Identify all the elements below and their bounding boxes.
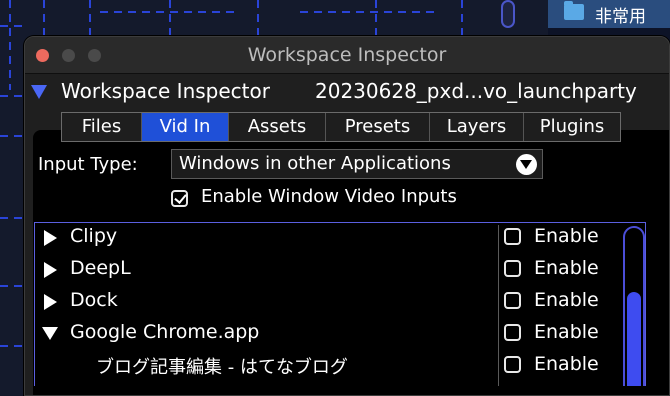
app-name: DeepL [70,257,131,279]
enable-checkbox[interactable] [504,324,521,341]
input-type-label: Input Type: [38,154,138,175]
input-type-select[interactable]: Windows in other Applications [171,149,543,179]
app-name: Google Chrome.app [70,321,260,343]
window-name: ブログ記事編集 - はてなブログ [96,357,348,378]
list-item[interactable]: Clipy Enable [34,221,646,253]
enable-checkbox[interactable] [504,356,521,373]
enable-label: Enable [534,289,599,311]
workspace-name: 20230628_pxd...vo_launchparty [315,79,637,103]
enable-checkbox[interactable] [504,228,521,245]
enable-label: Enable [534,321,599,343]
list-item-window[interactable]: ブログ記事編集 - はてなブログ Enable [34,349,646,381]
enable-checkbox[interactable] [504,260,521,277]
folder-icon [564,1,584,20]
tab-files[interactable]: Files [62,113,141,141]
disclosure-right-icon[interactable] [44,262,57,278]
enable-checkbox[interactable] [504,292,521,309]
input-type-value: Windows in other Applications [179,153,451,174]
inspector-label: Workspace Inspector [61,79,270,103]
tab-vid-in[interactable]: Vid In [141,113,228,141]
list-item[interactable]: Dock Enable [34,285,646,317]
chevron-down-icon [516,154,537,175]
window-title: Workspace Inspector [247,44,447,66]
enable-label: Enable [534,257,599,279]
sidebar-folder-label: 非常用 [595,7,646,27]
app-name: Dock [70,289,118,311]
tab-layers[interactable]: Layers [429,113,523,141]
app-name: Clipy [70,225,118,247]
tab-assets[interactable]: Assets [228,113,325,141]
disclosure-right-icon[interactable] [44,294,57,310]
enable-window-video-checkbox[interactable] [171,190,188,207]
disclosure-triangle-icon[interactable] [31,85,47,99]
enable-window-video-label: Enable Window Video Inputs [201,186,457,207]
list-item[interactable]: DeepL Enable [34,253,646,285]
disclosure-right-icon[interactable] [44,230,57,246]
enable-label: Enable [534,225,599,247]
background-sidebar-selected-row[interactable]: 非常用 [548,0,670,28]
tab-plugins[interactable]: Plugins [523,113,620,141]
list-item[interactable]: Google Chrome.app Enable [34,317,646,349]
tab-presets[interactable]: Presets [325,113,429,141]
inspector-header: Workspace Inspector 20230628_pxd...vo_la… [25,77,669,109]
background-scrollbar [501,0,515,28]
enable-label: Enable [534,353,599,375]
list-scrollbar-thumb[interactable] [627,292,641,386]
disclosure-down-icon[interactable] [42,327,58,340]
title-bar[interactable]: Workspace Inspector [25,37,669,74]
inspector-tab-bar: Files Vid In Assets Presets Layers Plugi… [61,112,621,142]
